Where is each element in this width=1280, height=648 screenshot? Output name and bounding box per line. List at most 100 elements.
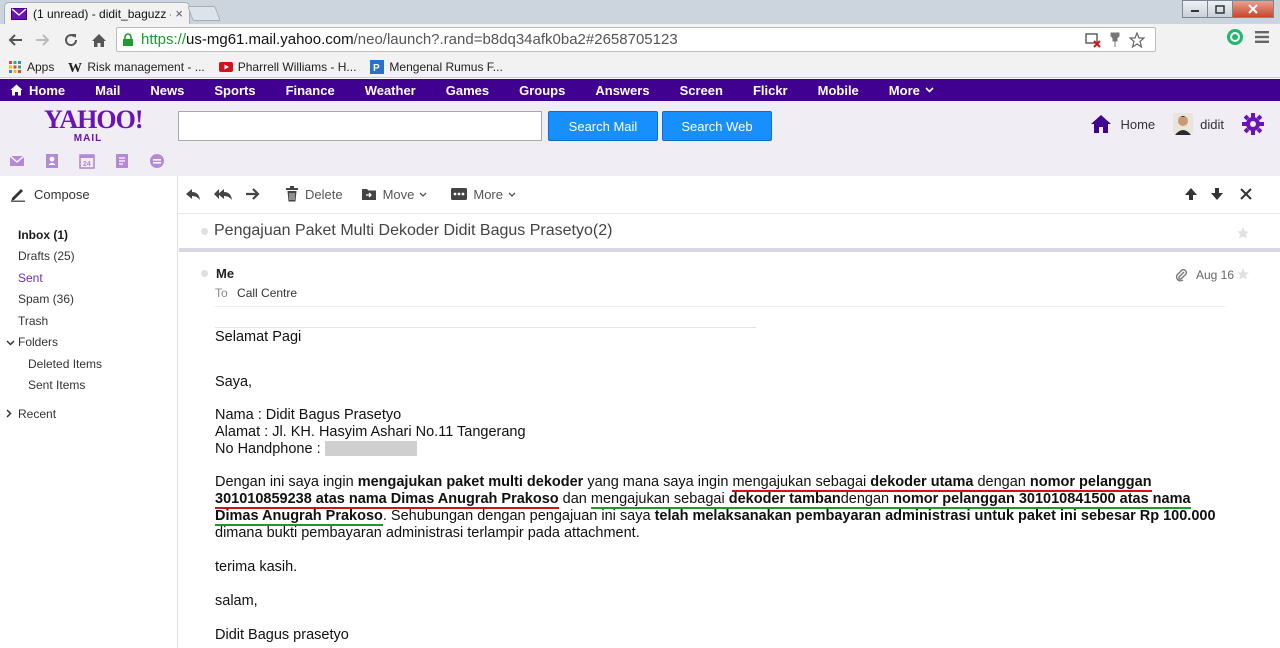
read-status-dot[interactable] [201,270,208,277]
sidebar-item-sent[interactable]: Sent [0,267,178,289]
forward-button[interactable] [30,27,56,53]
browser-tab-active[interactable]: (1 unread) - didit_baguzz - × [4,2,190,24]
sidebar-item-inbox[interactable]: Inbox (1) [0,224,178,246]
window-close-button[interactable] [1232,0,1274,18]
sidebar-item-label: Inbox (1) [18,227,68,242]
search-input[interactable] [178,111,542,141]
avatar[interactable] [1173,113,1194,135]
sidebar-item-deleted-items[interactable]: Deleted Items [0,353,178,375]
read-status-dot[interactable] [201,227,208,235]
sidebar-item-recent[interactable]: Recent [0,403,178,425]
sidebar-item-label: Folders [18,335,59,350]
ybar-news[interactable]: News [150,83,184,98]
back-button[interactable] [2,27,28,53]
ybar-flickr[interactable]: Flickr [753,83,788,98]
svg-text:P: P [373,63,380,74]
bookmark-label: Pharrell Williams - H... [237,59,357,74]
ybar-finance[interactable]: Finance [286,83,335,98]
compose-button[interactable]: Compose [10,186,90,202]
attachment-paperclip-icon[interactable] [1174,268,1188,282]
url-text: https://us-mg61.mail.yahoo.com/neo/launc… [141,31,678,48]
star-icon[interactable] [1236,226,1250,240]
bold-span: nomor pelanggan [1029,474,1152,490]
mail-app-icon[interactable] [9,153,25,169]
bookmark-star-icon[interactable] [1129,32,1145,48]
message-meta: Aug 16 [1174,268,1249,282]
text-span: . Sehubungan dengan pengajuan ini saya [382,508,655,524]
search-web-button[interactable]: Search Web [662,111,772,141]
messenger-app-icon[interactable] [149,153,165,169]
close-icon[interactable] [1240,188,1252,200]
notepad-app-icon[interactable] [114,153,130,169]
reply-all-button[interactable] [213,187,239,201]
alamat-line: Alamat : Jl. KH. Hasyim Ashari No.11 Tan… [215,424,526,440]
bookmark-pharrell[interactable]: Pharrell Williams - H... [218,59,357,74]
ybar-mail[interactable]: Mail [95,83,120,98]
tab-close-icon[interactable]: × [175,6,183,21]
conversation-subject-bar: Pengajuan Paket Multi Dekoder Didit Bagu… [179,214,1280,252]
ybar-weather[interactable]: Weather [365,83,416,98]
more-button[interactable]: More [451,187,522,202]
bookmark-label: Risk management - ... [87,59,205,74]
search-mail-button[interactable]: Search Mail [548,111,658,141]
bookmark-risk-management[interactable]: W Risk management - ... [68,60,204,74]
home-link[interactable]: Home [1120,117,1155,132]
more-dots-icon [451,188,468,200]
message-pane: Me To Call Centre Aug 16 Selamat Pagi Sa… [179,256,1280,648]
next-message-icon[interactable] [1210,187,1224,201]
bold-underlined-span: 301010859238 atas nama Dimas Anugrah Pra… [215,491,559,509]
redacted-phone [324,441,417,456]
sidebar-item-label: Trash [18,313,49,328]
extension-pin-icon[interactable] [1109,32,1121,48]
greeting: Selamat Pagi [215,329,302,345]
new-tab-button[interactable] [187,6,221,21]
home-icon[interactable] [1090,114,1112,134]
reply-button[interactable] [185,187,207,201]
message-recipient[interactable]: Call Centre [237,286,297,300]
maximize-button[interactable] [1207,0,1233,18]
previous-message-icon[interactable] [1184,187,1198,201]
star-icon[interactable] [1236,267,1250,281]
ybar-mobile[interactable]: Mobile [818,83,859,98]
text-span: mengajukan sebagai [732,474,871,490]
underlined-span: mengajukan sebagai dekoder utama dengan … [732,474,1152,492]
sidebar-item-sent-items[interactable]: Sent Items [0,375,178,397]
reload-button[interactable] [58,27,84,53]
minimize-button[interactable] [1182,0,1208,18]
chrome-menu-icon[interactable] [1254,30,1270,44]
yahoo-mail-logo[interactable]: YAHOO! MAIL [44,107,144,145]
folder-list: Inbox (1) Drafts (25) Sent Spam (36) Tra… [0,224,178,425]
sidebar-item-spam[interactable]: Spam (36) [0,289,178,311]
ybar-label: Home [29,82,66,98]
move-label: Move [382,186,415,202]
ybar-games[interactable]: Games [446,83,489,98]
calendar-app-icon[interactable]: 24 [79,153,95,169]
delete-button[interactable]: Delete [285,186,343,202]
grammarly-extension-icon[interactable] [1226,28,1244,46]
message-sender[interactable]: Me [216,266,234,281]
scrollbar[interactable] [1266,256,1280,648]
address-bar[interactable]: https://us-mg61.mail.yahoo.com/neo/launc… [116,27,1156,52]
forward-button[interactable] [245,187,267,201]
request-paragraph: Dengan ini saya ingin mengajukan paket m… [215,474,1235,542]
home-button[interactable] [86,27,112,53]
bookmark-rumus[interactable]: P Mengenal Rumus F... [370,59,503,74]
bookmark-apps[interactable]: Apps [8,60,54,74]
ybar-more[interactable]: More [889,83,934,98]
contacts-app-icon[interactable] [44,153,60,169]
ybar-answers[interactable]: Answers [595,83,649,98]
text-span: dengan [973,474,1030,490]
user-name[interactable]: didit [1200,117,1224,132]
conversation-subject: Pengajuan Paket Multi Dekoder Didit Bagu… [214,222,613,239]
sidebar-item-trash[interactable]: Trash [0,310,178,332]
ybar-home[interactable]: Home [10,83,65,98]
ybar-groups[interactable]: Groups [519,83,565,98]
ybar-sports[interactable]: Sports [214,83,255,98]
sidebar-item-folders[interactable]: Folders [0,332,178,354]
ybar-screen[interactable]: Screen [680,83,723,98]
chevron-down-icon [925,87,934,93]
gear-icon[interactable] [1242,113,1264,135]
sidebar-item-drafts[interactable]: Drafts (25) [0,246,178,268]
move-button[interactable]: Move [361,187,434,202]
blocked-popup-icon[interactable] [1085,32,1101,48]
